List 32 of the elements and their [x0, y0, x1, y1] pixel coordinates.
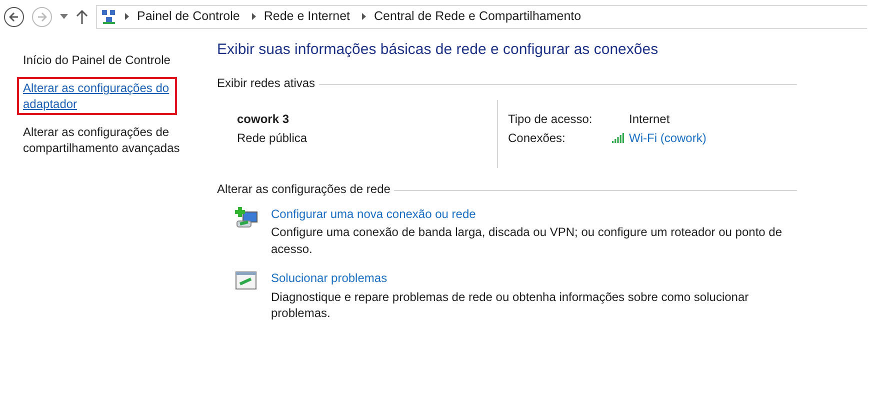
breadcrumb-item[interactable]: Central de Rede e Compartilhamento [374, 7, 582, 26]
breadcrumb-item[interactable]: Painel de Controle [137, 7, 240, 26]
detail-label: Conexões: [508, 130, 566, 146]
back-button[interactable] [4, 6, 24, 26]
section-heading: Alterar as configurações de rede [217, 180, 390, 198]
connection-link[interactable]: Wi-Fi (cowork) [629, 128, 706, 148]
address-bar[interactable]: Painel de Controle Rede e Internet Central de Rede e Compartilhamento [96, 4, 867, 28]
sidebar-link[interactable]: Início do Painel de Controle [23, 52, 201, 68]
section-heading: Exibir redes ativas [217, 74, 316, 92]
troubleshoot-icon [235, 271, 257, 291]
task-link[interactable]: Solucionar problemas [271, 270, 791, 286]
up-arrow-icon[interactable] [76, 10, 88, 24]
right-arrow-icon [37, 12, 47, 22]
detail-label: Tipo de acesso: [508, 110, 594, 128]
signal-icon [612, 133, 625, 143]
task-description: Configure uma conexão de banda larga, discada ou VPN; ou configure um roteador ou ponto de acesso. [271, 224, 784, 257]
page-title: Exibir suas informações básicas de rede e configurar as conexões [217, 40, 660, 60]
dropdown-icon[interactable] [60, 14, 68, 19]
task-description: Diagnostique e repare problemas de rede ou obtenha informações sobre como solucionar problemas. [271, 288, 750, 322]
chevron-icon [252, 13, 256, 20]
control-panel-icon [101, 8, 117, 24]
left-arrow-icon [9, 12, 19, 22]
network-type: Rede pública [237, 130, 308, 146]
detail-value: Internet [629, 110, 670, 128]
network-add-icon [235, 206, 259, 228]
chevron-icon [362, 13, 366, 20]
task-link[interactable]: Configurar uma nova conexão ou rede [271, 206, 791, 222]
breadcrumb-item[interactable]: Rede e Internet [264, 7, 350, 26]
network-name: cowork 3 [237, 110, 290, 128]
chevron-icon [125, 13, 129, 20]
sidebar-link[interactable]: Alterar as configurações de compartilhamento avançadas [23, 124, 201, 156]
sidebar-link[interactable]: Alterar as configurações do adaptador [23, 80, 171, 112]
